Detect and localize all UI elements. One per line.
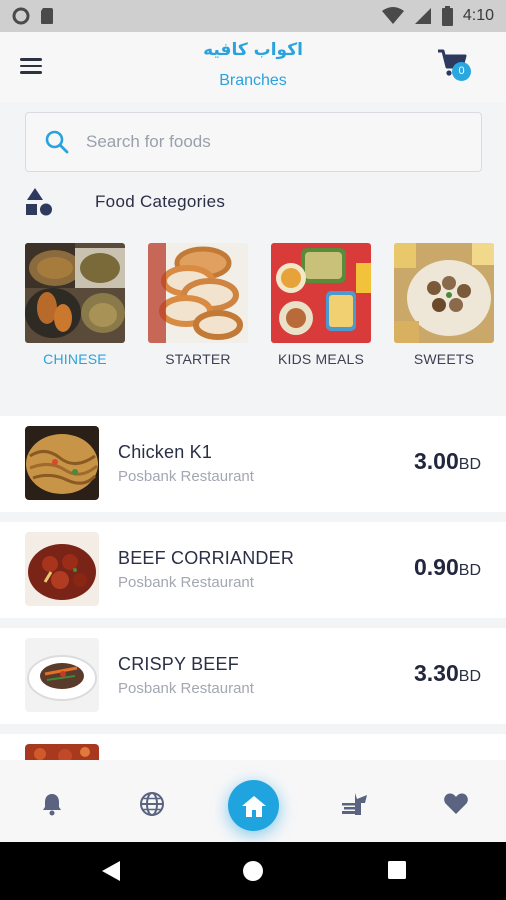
food-item[interactable]: BEEF CORRIANDER Posbank Restaurant 0.90B… xyxy=(0,522,506,618)
status-bar: 4:10 xyxy=(0,0,506,32)
food-item[interactable]: Chicken K1 Posbank Restaurant 3.00BD xyxy=(0,416,506,512)
shapes-icon xyxy=(26,188,52,216)
price-value: 3.30 xyxy=(414,660,459,686)
food-price: 3.00BD xyxy=(414,448,481,475)
categories-title: Food Categories xyxy=(95,192,226,211)
brand-title: اكواب كافيه xyxy=(203,40,303,60)
category-starter[interactable]: STARTER xyxy=(148,243,248,367)
category-chinese[interactable]: CHINESE xyxy=(25,243,125,367)
cart-count-badge: 0 xyxy=(452,62,471,81)
category-kids-meals[interactable]: KIDS MEALS xyxy=(271,243,371,367)
restaurant-icon xyxy=(342,793,367,815)
category-label: SWEETS xyxy=(413,351,475,367)
food-image xyxy=(25,426,99,500)
search-icon xyxy=(45,130,69,154)
nav-home[interactable] xyxy=(228,780,279,831)
category-image xyxy=(148,243,248,343)
food-name: Chicken K1 xyxy=(118,442,213,462)
food-name: BEEF CORRIANDER xyxy=(118,548,295,568)
globe-icon xyxy=(140,792,164,816)
home-circle-icon[interactable] xyxy=(242,860,264,882)
cell-signal-icon xyxy=(414,8,431,24)
category-sweets[interactable]: SWEETS xyxy=(394,243,494,367)
food-restaurant: Posbank Restaurant xyxy=(118,680,254,697)
branches-link[interactable]: Branches xyxy=(0,72,506,90)
category-label: STARTER xyxy=(165,351,231,367)
price-currency: BD xyxy=(458,456,481,473)
search-input[interactable] xyxy=(86,132,446,152)
price-currency: BD xyxy=(458,562,481,579)
battery-icon xyxy=(441,6,453,26)
food-image xyxy=(25,532,99,606)
sd-card-icon xyxy=(41,8,53,24)
nav-favorites[interactable] xyxy=(442,790,470,818)
notification-circle-icon xyxy=(12,7,30,25)
back-icon[interactable] xyxy=(100,860,122,882)
category-image xyxy=(25,243,125,343)
food-restaurant: Posbank Restaurant xyxy=(118,574,254,591)
search-bar[interactable] xyxy=(25,112,482,172)
status-time: 4:10 xyxy=(462,7,494,24)
food-price: 3.30BD xyxy=(414,660,481,687)
nav-notifications[interactable] xyxy=(38,790,66,818)
category-list: CHINESE STARTER KIDS MEALS SWEETS xyxy=(0,243,506,373)
price-value: 3.00 xyxy=(414,448,459,474)
cart-button[interactable]: 0 xyxy=(436,48,476,88)
category-label: KIDS MEALS xyxy=(277,351,365,367)
bottom-navigation xyxy=(0,760,506,842)
food-restaurant: Posbank Restaurant xyxy=(118,468,254,485)
food-price: 0.90BD xyxy=(414,554,481,581)
category-label: CHINESE xyxy=(43,351,107,367)
price-value: 0.90 xyxy=(414,554,459,580)
categories-header: Food Categories xyxy=(25,186,225,218)
app-bar: اكواب كافيه Branches 0 xyxy=(0,32,506,102)
home-icon xyxy=(241,795,266,817)
recents-icon[interactable] xyxy=(387,860,407,880)
nav-orders[interactable] xyxy=(341,790,369,818)
food-image xyxy=(25,638,99,712)
heart-icon xyxy=(444,793,468,814)
wifi-icon xyxy=(381,7,404,24)
price-currency: BD xyxy=(458,668,481,685)
food-item[interactable]: CRISPY BEEF Posbank Restaurant 3.30BD xyxy=(0,628,506,724)
bell-icon xyxy=(43,794,61,816)
category-image xyxy=(271,243,371,343)
food-name: CRISPY BEEF xyxy=(118,654,239,674)
category-image xyxy=(394,243,494,343)
system-navigation-bar xyxy=(0,842,506,900)
nav-language[interactable] xyxy=(138,790,166,818)
